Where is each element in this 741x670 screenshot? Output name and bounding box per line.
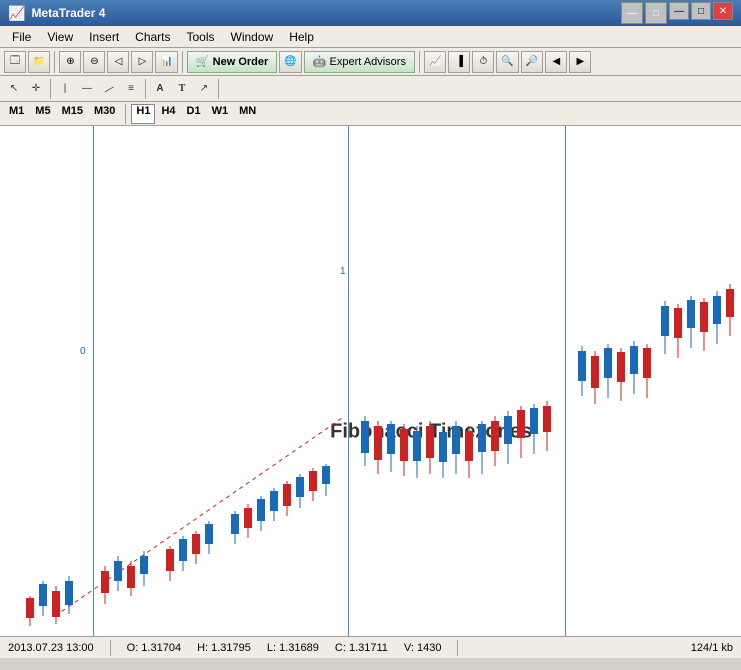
new-order-button[interactable]: 🛒 New Order	[187, 51, 277, 73]
inner-maximize-button[interactable]: □	[645, 2, 667, 24]
tf-sep-1	[125, 104, 126, 124]
crosshair-tool[interactable]: ✛	[26, 79, 46, 99]
status-bar: 2013.07.23 13:00 O: 1.31704 H: 1.31795 L…	[0, 636, 741, 658]
menu-tools[interactable]: Tools	[179, 28, 223, 46]
horizontal-line-tool[interactable]: —	[77, 79, 97, 99]
window-controls: — □ — □ ✕	[621, 2, 733, 24]
inner-minimize-button[interactable]: —	[621, 2, 643, 24]
candle-group-left	[26, 464, 330, 626]
candlestick-chart	[0, 126, 741, 636]
draw-sep-2	[145, 79, 146, 99]
candle-group-middle	[361, 401, 551, 478]
expert-advisors-button[interactable]: 🤖 Expert Advisors	[304, 51, 415, 73]
tf-mn[interactable]: MN	[234, 104, 261, 124]
menu-charts[interactable]: Charts	[127, 28, 178, 46]
expert-icon: 🤖	[313, 55, 327, 68]
new-order-icon: 🛒	[196, 55, 210, 68]
draw-sep-1	[50, 79, 51, 99]
bar-chart-button[interactable]: ▐	[448, 51, 470, 73]
tf-d1[interactable]: D1	[182, 104, 206, 124]
menu-view[interactable]: View	[39, 28, 81, 46]
status-datetime: 2013.07.23 13:00	[8, 642, 94, 654]
maximize-button[interactable]: □	[691, 2, 711, 20]
tf-m5[interactable]: M5	[30, 104, 55, 124]
title-bar: 📈 MetaTrader 4 — □ — □ ✕	[0, 0, 741, 26]
status-volume: V: 1430	[404, 642, 442, 654]
tf-w1[interactable]: W1	[207, 104, 234, 124]
minimize-button[interactable]: —	[669, 2, 689, 20]
menu-bar: File View Insert Charts Tools Window Hel…	[0, 26, 741, 48]
text-label-tool[interactable]: T	[172, 79, 192, 99]
arrow-left-button[interactable]: ◀	[545, 51, 567, 73]
line-chart-button[interactable]: 📈	[424, 51, 446, 73]
chart-area[interactable]: 0 1 Fibonacci Timezones	[0, 126, 741, 636]
period-button[interactable]: ⏱	[472, 51, 494, 73]
scroll-right-button[interactable]: ▷	[131, 51, 153, 73]
zoom-plus-button[interactable]: 🔎	[521, 51, 543, 73]
tf-m15[interactable]: M15	[57, 104, 88, 124]
menu-window[interactable]: Window	[223, 28, 282, 46]
tf-m30[interactable]: M30	[89, 104, 120, 124]
magnify-button[interactable]: 🔍	[496, 51, 518, 73]
menu-file[interactable]: File	[4, 28, 39, 46]
close-button[interactable]: ✕	[713, 2, 733, 20]
vertical-line-tool[interactable]: |	[55, 79, 75, 99]
draw-sep-3	[218, 79, 219, 99]
status-low: L: 1.31689	[267, 642, 319, 654]
indicators-button[interactable]: 📊	[155, 51, 177, 73]
toolbar-sep-2	[182, 51, 183, 73]
drawing-toolbar: ↖ ✛ | — — ≡ A T ↗	[0, 76, 741, 102]
tf-h1[interactable]: H1	[131, 104, 155, 124]
arrow-tool[interactable]: ↗	[194, 79, 214, 99]
timeframe-bar: M1 M5 M15 M30 H1 H4 D1 W1 MN	[0, 102, 741, 126]
status-open: O: 1.31704	[127, 642, 181, 654]
status-sep-2	[457, 640, 458, 656]
text-tool[interactable]: A	[150, 79, 170, 99]
app-window: 📈 MetaTrader 4 — □ — □ ✕ File View Inser…	[0, 0, 741, 670]
status-sep-1	[110, 640, 111, 656]
toolbar-sep-3	[419, 51, 420, 73]
channel-tool[interactable]: ≡	[121, 79, 141, 99]
main-toolbar: 🗔 📁 ⊕ ⊖ ◁ ▷ 📊 🛒 New Order 🌐 🤖 Expert Adv…	[0, 48, 741, 76]
scroll-left-button[interactable]: ◁	[107, 51, 129, 73]
tf-m1[interactable]: M1	[4, 104, 29, 124]
new-chart-button[interactable]: 🗔	[4, 51, 26, 73]
app-icon: 📈	[8, 5, 25, 22]
status-info: 124/1 kb	[691, 642, 733, 654]
tf-h4[interactable]: H4	[156, 104, 180, 124]
app-title: MetaTrader 4	[31, 6, 621, 20]
status-close: C: 1.31711	[335, 642, 388, 654]
cursor-tool[interactable]: ↖	[4, 79, 24, 99]
status-high: H: 1.31795	[197, 642, 251, 654]
candle-group-right	[578, 284, 734, 404]
open-button[interactable]: 📁	[28, 51, 50, 73]
menu-help[interactable]: Help	[281, 28, 322, 46]
trend-line-tool[interactable]: —	[95, 75, 122, 102]
toolbar-sep-1	[54, 51, 55, 73]
zoom-in-button[interactable]: ⊕	[59, 51, 81, 73]
arrow-right-button[interactable]: ▶	[569, 51, 591, 73]
zoom-out-button[interactable]: ⊖	[83, 51, 105, 73]
menu-insert[interactable]: Insert	[81, 28, 127, 46]
globe-icon-btn[interactable]: 🌐	[279, 51, 301, 73]
